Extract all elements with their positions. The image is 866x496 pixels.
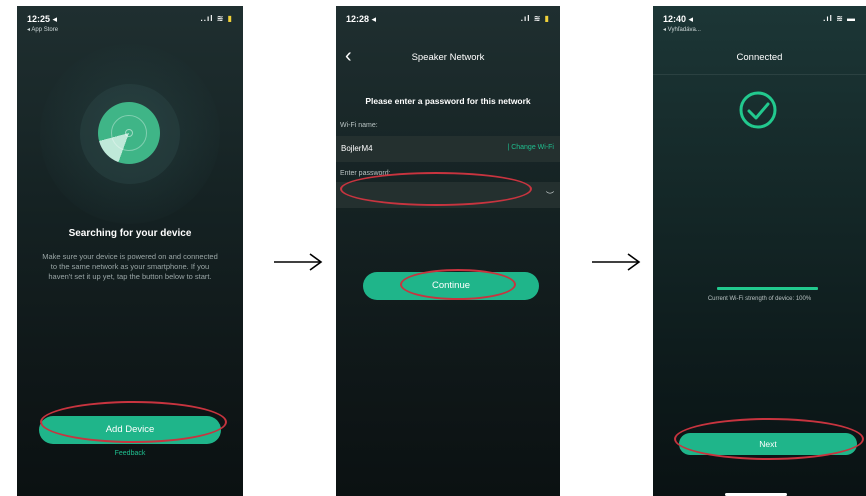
highlight-add-device xyxy=(40,401,227,443)
status-indicators: ..ıl ≋ ▮ xyxy=(201,14,233,23)
battery-icon: ▬ xyxy=(847,14,856,23)
back-to-app-link[interactable]: ◂ Vyhľadáva... xyxy=(663,26,701,33)
arrow-right-icon xyxy=(592,253,641,271)
feedback-link[interactable]: Feedback xyxy=(17,450,243,457)
eye-toggle-icon[interactable]: ︶ xyxy=(546,190,554,201)
status-time: 12:25 ◂ xyxy=(27,14,58,24)
wifi-strength-text: Current Wi-Fi strength of device: 100% xyxy=(707,296,812,302)
status-indicators: .ıl ≋ ▬ xyxy=(823,14,856,23)
change-wifi-link[interactable]: | Change Wi-Fi xyxy=(507,144,554,151)
back-to-app-link[interactable]: ◂ App Store xyxy=(27,26,58,33)
battery-icon: ▮ xyxy=(227,14,233,23)
password-prompt: Please enter a password for this network xyxy=(365,96,531,106)
header-divider xyxy=(653,74,866,75)
status-time: 12:28 ◂ xyxy=(346,14,377,24)
signal-wifi-icon: .ıl ≋ xyxy=(823,14,844,23)
status-indicators: .ıl ≋ ▮ xyxy=(521,14,550,23)
searching-description: Make sure your device is powered on and … xyxy=(42,252,218,281)
wifi-name-label: Wi-Fi name: xyxy=(340,122,378,129)
highlight-password-field xyxy=(340,172,532,206)
check-circle-icon xyxy=(739,91,777,129)
signal-wifi-icon: ..ıl ≋ xyxy=(200,14,225,23)
wifi-strength-bar xyxy=(717,287,818,290)
radar-center xyxy=(125,129,133,137)
connected-title: Connected xyxy=(736,52,783,63)
highlight-next xyxy=(674,418,864,460)
screen-speaker-network: 12:28 ◂ .ıl ≋ ▮ ‹ Speaker Network Please… xyxy=(336,6,560,496)
searching-title: Searching for your device xyxy=(68,228,192,239)
battery-icon: ▮ xyxy=(544,14,550,23)
signal-wifi-icon: .ıl ≋ xyxy=(520,14,542,23)
nav-title: Speaker Network xyxy=(411,52,485,63)
status-time: 12:40 ◂ xyxy=(663,14,694,24)
highlight-continue xyxy=(400,269,516,300)
nav-bar: ‹ Speaker Network xyxy=(336,46,560,68)
arrow-right-icon xyxy=(274,253,323,271)
wifi-name-value: BojlerM4 xyxy=(341,144,373,153)
wifi-name-field: BojlerM4 | Change Wi-Fi xyxy=(336,136,560,162)
status-bar: 12:28 ◂ .ıl ≋ ▮ xyxy=(346,14,550,28)
